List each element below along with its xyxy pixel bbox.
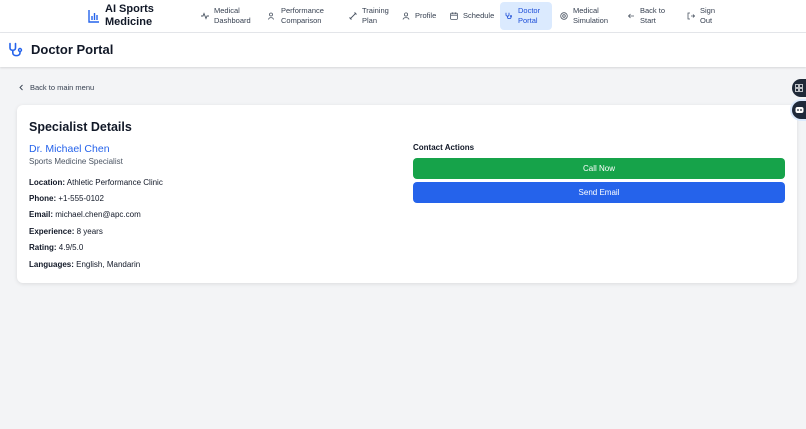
detail-languages: Languages: English, Mandarin xyxy=(29,260,140,269)
nav-label: Back to Start xyxy=(640,6,666,25)
floating-chat-button[interactable] xyxy=(792,101,806,119)
bar-chart-icon xyxy=(88,10,99,23)
send-email-button[interactable]: Send Email xyxy=(413,182,785,203)
chevron-left-icon xyxy=(19,84,23,91)
user-icon xyxy=(402,12,410,20)
nav-label: Medical Simulation xyxy=(573,6,609,25)
nav-label: Doctor Portal xyxy=(518,6,541,25)
detail-experience: Experience: 8 years xyxy=(29,227,103,236)
detail-label: Rating: xyxy=(29,243,57,252)
dumbbell-icon xyxy=(349,12,357,20)
stethoscope-icon xyxy=(9,42,23,57)
brand[interactable]: AI Sports Medicine xyxy=(88,3,165,29)
nav-item-sign-out[interactable]: Sign Out xyxy=(682,2,725,30)
detail-value: michael.chen@apc.com xyxy=(55,210,141,219)
target-icon xyxy=(560,12,568,20)
users-icon xyxy=(268,12,274,20)
detail-label: Location: xyxy=(29,178,65,187)
calendar-icon xyxy=(450,12,458,20)
stethoscope-icon xyxy=(505,12,513,20)
page-title: Doctor Portal xyxy=(31,42,114,57)
floating-grid-button[interactable] xyxy=(792,79,806,97)
nav-label: Sign Out xyxy=(700,6,716,25)
detail-email: Email: michael.chen@apc.com xyxy=(29,210,141,219)
detail-phone: Phone: +1-555-0102 xyxy=(29,194,104,203)
detail-rating: Rating: 4.9/5.0 xyxy=(29,243,83,252)
page-header: Doctor Portal xyxy=(0,33,806,67)
activity-icon xyxy=(201,12,209,20)
detail-location: Location: Athletic Performance Clinic xyxy=(29,178,163,187)
doctor-specialty: Sports Medicine Specialist xyxy=(29,157,123,166)
section-title: Specialist Details xyxy=(29,120,132,134)
detail-value: +1-555-0102 xyxy=(58,194,104,203)
nav-label: Performance Comparison xyxy=(281,6,324,25)
nav-label: Training Plan xyxy=(362,6,389,25)
call-now-button[interactable]: Call Now xyxy=(413,158,785,179)
detail-value: 8 years xyxy=(76,227,103,236)
top-navigation: AI Sports Medicine Medical Dashboard Per… xyxy=(0,0,806,33)
detail-label: Experience: xyxy=(29,227,75,236)
contact-actions-title: Contact Actions xyxy=(413,143,475,152)
detail-label: Languages: xyxy=(29,260,74,269)
nav-label: Medical Dashboard xyxy=(214,6,251,25)
nav-item-doctor-portal[interactable]: Doctor Portal xyxy=(500,2,552,30)
nav-label: Profile xyxy=(415,11,437,20)
nav-item-medical-dashboard[interactable]: Medical Dashboard xyxy=(196,2,259,30)
doctor-name: Dr. Michael Chen xyxy=(29,143,110,155)
brand-name: AI Sports Medicine xyxy=(105,3,154,28)
arrow-left-icon xyxy=(627,13,634,19)
detail-value: 4.9/5.0 xyxy=(58,243,84,252)
nav-item-performance-comparison[interactable]: Performance Comparison xyxy=(263,2,336,30)
back-to-main-menu-link[interactable]: Back to main menu xyxy=(18,83,94,92)
back-link-label: Back to main menu xyxy=(30,83,95,92)
detail-value: English, Mandarin xyxy=(76,260,141,269)
detail-value: Athletic Performance Clinic xyxy=(66,178,163,187)
nav-item-medical-simulation[interactable]: Medical Simulation xyxy=(555,2,618,30)
specialist-details-card: Specialist Details Dr. Michael Chen Spor… xyxy=(17,105,797,283)
nav-item-training-plan[interactable]: Training Plan xyxy=(344,2,397,30)
logout-icon xyxy=(687,12,695,20)
chat-bot-icon xyxy=(795,107,803,113)
nav-item-schedule[interactable]: Schedule xyxy=(445,2,499,30)
nav-item-back-to-start[interactable]: Back to Start xyxy=(622,2,675,30)
detail-label: Phone: xyxy=(29,194,57,203)
nav-item-profile[interactable]: Profile xyxy=(397,2,441,30)
detail-label: Email: xyxy=(29,210,54,219)
grid-icon xyxy=(795,84,803,92)
nav-label: Schedule xyxy=(463,11,495,20)
